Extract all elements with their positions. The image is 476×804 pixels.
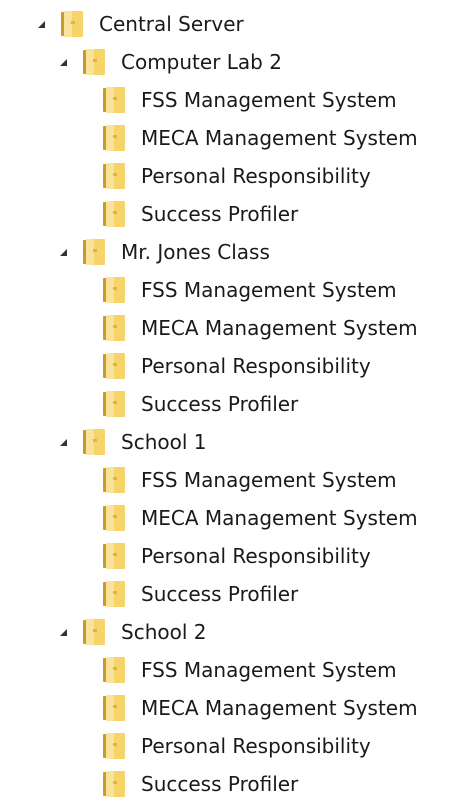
folder-icon bbox=[99, 579, 129, 609]
folder-icon bbox=[99, 693, 129, 723]
tree-leaf[interactable]: FSS Management System bbox=[0, 651, 476, 689]
tree-leaf[interactable]: Success Profiler bbox=[0, 195, 476, 233]
tree-leaf[interactable]: MECA Management System bbox=[0, 119, 476, 157]
folder-icon bbox=[99, 351, 129, 381]
folder-icon bbox=[99, 275, 129, 305]
folder-icon bbox=[99, 123, 129, 153]
tree-leaf-label: MECA Management System bbox=[141, 126, 418, 150]
folder-icon bbox=[99, 731, 129, 761]
tree-leaf-label: Success Profiler bbox=[141, 772, 299, 796]
tree-leaf[interactable]: Personal Responsibility bbox=[0, 537, 476, 575]
tree-leaf-label: Personal Responsibility bbox=[141, 164, 371, 188]
folder-icon bbox=[99, 161, 129, 191]
tree-leaf-label: Personal Responsibility bbox=[141, 734, 371, 758]
tree-node-label: Central Server bbox=[99, 12, 244, 36]
folder-icon bbox=[79, 47, 109, 77]
tree-leaf[interactable]: Success Profiler bbox=[0, 575, 476, 613]
tree-leaf[interactable]: Success Profiler bbox=[0, 385, 476, 423]
tree-leaf[interactable]: Personal Responsibility bbox=[0, 347, 476, 385]
tree-leaf[interactable]: MECA Management System bbox=[0, 499, 476, 537]
tree-node-label: Mr. Jones Class bbox=[121, 240, 270, 264]
tree-node-label: School 2 bbox=[121, 620, 207, 644]
folder-icon bbox=[99, 389, 129, 419]
tree-leaf-label: Personal Responsibility bbox=[141, 544, 371, 568]
collapse-triangle-icon[interactable] bbox=[56, 435, 70, 449]
tree-leaf-label: FSS Management System bbox=[141, 468, 397, 492]
tree-leaf-label: FSS Management System bbox=[141, 658, 397, 682]
folder-icon bbox=[79, 617, 109, 647]
tree-leaf-label: Success Profiler bbox=[141, 202, 299, 226]
tree-leaf-label: MECA Management System bbox=[141, 506, 418, 530]
tree-leaf[interactable]: Personal Responsibility bbox=[0, 727, 476, 765]
tree-leaf-label: Success Profiler bbox=[141, 582, 299, 606]
tree-leaf-label: MECA Management System bbox=[141, 696, 418, 720]
collapse-triangle-icon[interactable] bbox=[56, 625, 70, 639]
folder-icon bbox=[99, 85, 129, 115]
tree-node-school-2[interactable]: School 2 bbox=[0, 613, 476, 651]
folder-icon bbox=[99, 541, 129, 571]
tree-leaf[interactable]: MECA Management System bbox=[0, 689, 476, 727]
folder-icon bbox=[99, 465, 129, 495]
collapse-triangle-icon[interactable] bbox=[34, 17, 48, 31]
tree-node-label: School 1 bbox=[121, 430, 207, 454]
tree-leaf[interactable]: Personal Responsibility bbox=[0, 157, 476, 195]
folder-icon bbox=[79, 427, 109, 457]
tree-node-label: Computer Lab 2 bbox=[121, 50, 282, 74]
tree-leaf[interactable]: MECA Management System bbox=[0, 309, 476, 347]
tree-node-computer-lab-2[interactable]: Computer Lab 2 bbox=[0, 43, 476, 81]
folder-icon bbox=[99, 769, 129, 799]
tree-leaf[interactable]: FSS Management System bbox=[0, 271, 476, 309]
folder-icon bbox=[99, 655, 129, 685]
tree-leaf-label: Success Profiler bbox=[141, 392, 299, 416]
folder-icon bbox=[79, 237, 109, 267]
collapse-triangle-icon[interactable] bbox=[56, 55, 70, 69]
tree-leaf-label: MECA Management System bbox=[141, 316, 418, 340]
tree-leaf[interactable]: Success Profiler bbox=[0, 765, 476, 803]
tree-node-central-server[interactable]: Central Server bbox=[0, 5, 476, 43]
folder-icon bbox=[99, 199, 129, 229]
tree-leaf[interactable]: FSS Management System bbox=[0, 81, 476, 119]
tree-leaf[interactable]: FSS Management System bbox=[0, 461, 476, 499]
collapse-triangle-icon[interactable] bbox=[56, 245, 70, 259]
folder-icon bbox=[99, 503, 129, 533]
tree-node-mr-jones-class[interactable]: Mr. Jones Class bbox=[0, 233, 476, 271]
folder-icon bbox=[57, 9, 87, 39]
tree-node-school-1[interactable]: School 1 bbox=[0, 423, 476, 461]
tree-leaf-label: FSS Management System bbox=[141, 88, 397, 112]
folder-tree: Central Server Computer Lab 2 FSS Manage… bbox=[0, 5, 476, 803]
tree-leaf-label: FSS Management System bbox=[141, 278, 397, 302]
folder-icon bbox=[99, 313, 129, 343]
tree-leaf-label: Personal Responsibility bbox=[141, 354, 371, 378]
